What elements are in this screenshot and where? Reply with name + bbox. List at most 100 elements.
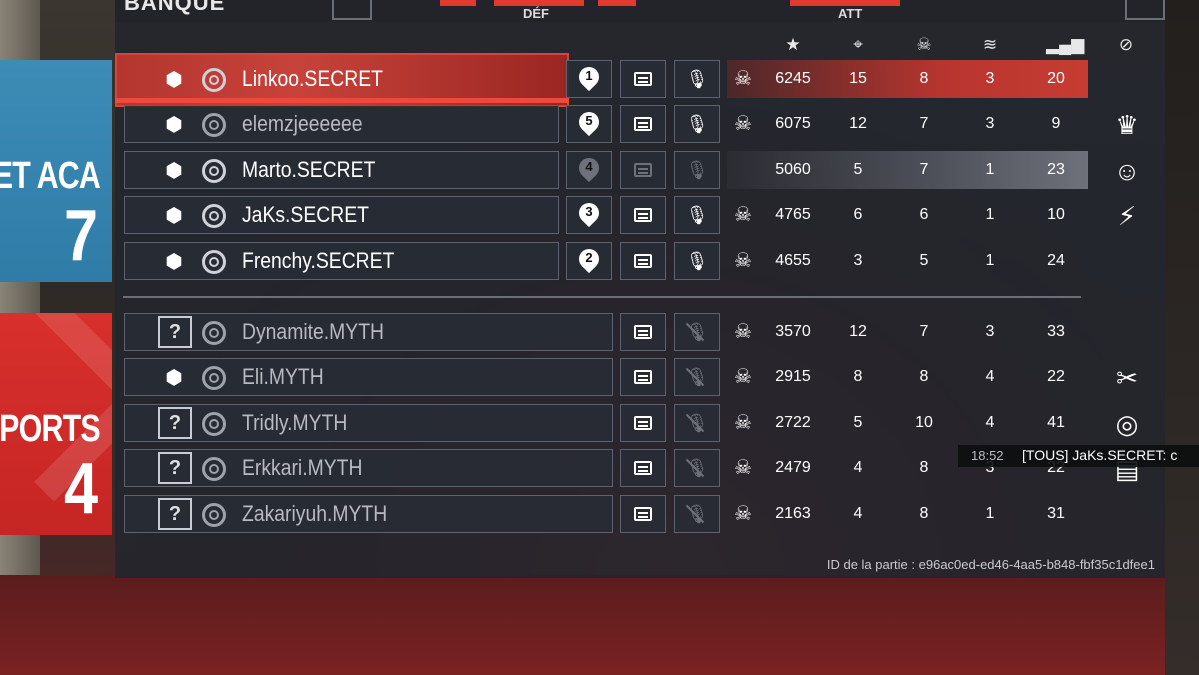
stat-assists: 1 xyxy=(985,161,995,178)
def-label: DÉF xyxy=(523,6,549,21)
chat-icon xyxy=(634,507,652,521)
kill-skull-icon: ☠ xyxy=(734,68,752,90)
voice-mute-button[interactable]: 🎙 xyxy=(674,449,720,487)
kill-skull-icon: ☠ xyxy=(734,503,752,525)
player-row[interactable]: ⬢ elemzjeeeeee 5 🎙 ☠ 6075 12 7 3 9 ♛ xyxy=(0,105,1199,145)
player-name-box[interactable] xyxy=(124,449,613,487)
player-row[interactable]: ? Zakariyuh.MYTH 🎙 ☠ 2163 4 8 1 31 xyxy=(0,495,1199,535)
chat-mute-button[interactable] xyxy=(620,151,666,189)
chat-icon xyxy=(634,72,652,86)
ubisoft-icon xyxy=(202,412,226,436)
player-row[interactable]: ? Tridly.MYTH 🎙 ☠ 2722 5 10 4 41 ◎ xyxy=(0,404,1199,444)
chat-time: 18:52 xyxy=(971,448,1004,463)
stat-score: 6075 xyxy=(775,115,811,132)
voice-mute-button[interactable]: 🎙 xyxy=(674,60,720,98)
player-row[interactable]: ⬢ Eli.MYTH 🎙 ☠ 2915 8 8 4 22 ✂ xyxy=(0,358,1199,398)
voice-mute-button[interactable]: 🎙 xyxy=(674,313,720,351)
operator-icon: ⬢ xyxy=(165,366,183,389)
ping-marker-button[interactable]: 5 xyxy=(566,105,612,143)
mic-muted-icon: 🎙 xyxy=(685,321,709,342)
ping-marker-button[interactable]: 2 xyxy=(566,242,612,280)
stat-score: 2479 xyxy=(775,459,811,476)
stat-ping: 23 xyxy=(1047,161,1065,178)
skull-icon: ☠ xyxy=(916,35,932,54)
chat-mute-button[interactable] xyxy=(620,105,666,143)
knife-badge-icon: ✂ xyxy=(1116,362,1138,393)
stat-deaths: 7 xyxy=(919,115,929,132)
voice-mute-button[interactable]: 🎙 xyxy=(674,105,720,143)
unknown-operator-icon: ? xyxy=(158,452,192,484)
player-row[interactable]: ⬢ JaKs.SECRET 3 🎙 ☠ 4765 6 6 1 10 ⚡ xyxy=(0,196,1199,236)
stat-kills: 3 xyxy=(853,252,863,269)
stat-score: 2915 xyxy=(775,368,811,385)
stat-deaths: 7 xyxy=(919,161,929,178)
chat-mute-button[interactable] xyxy=(620,495,666,533)
wings-icon: ≋ xyxy=(982,35,998,54)
player-name: JaKs.SECRET xyxy=(242,202,369,227)
chat-icon xyxy=(634,461,652,475)
top-bar xyxy=(115,0,1165,22)
chat-icon xyxy=(634,254,652,268)
stat-assists: 3 xyxy=(985,70,995,87)
voice-mute-button[interactable]: 🎙 xyxy=(674,404,720,442)
slash-circle-icon: ⊘ xyxy=(1118,35,1134,54)
voice-mute-button[interactable]: 🎙 xyxy=(674,495,720,533)
bolt-badge-icon: ⚡ xyxy=(1117,200,1137,231)
chat-mute-button[interactable] xyxy=(620,60,666,98)
stat-score: 2163 xyxy=(775,505,811,522)
pin-number: 4 xyxy=(585,159,593,174)
ping-marker-button[interactable]: 4 xyxy=(566,151,612,189)
player-name-box[interactable] xyxy=(124,404,613,442)
player-name: Tridly.MYTH xyxy=(242,410,348,435)
chat-mute-button[interactable] xyxy=(620,242,666,280)
player-row[interactable]: ⬢ Linkoo.SECRET 1 🎙 ☠ 6245 15 8 3 20 xyxy=(0,53,1199,107)
kill-skull-icon: ☠ xyxy=(734,113,752,135)
player-name: elemzjeeeeee xyxy=(242,111,363,136)
team-separator xyxy=(123,296,1081,298)
mic-muted-icon: 🎙 xyxy=(685,503,709,524)
player-row[interactable]: ⬢ Frenchy.SECRET 2 🎙 ☠ 4655 3 5 1 24 xyxy=(0,242,1199,282)
stat-assists: 1 xyxy=(985,252,995,269)
stat-score: 6245 xyxy=(775,70,811,87)
ping-marker-button[interactable]: 1 xyxy=(566,60,612,98)
pin-icon: 2 xyxy=(574,244,604,274)
player-name-box[interactable] xyxy=(124,358,613,396)
chat-mute-button[interactable] xyxy=(620,196,666,234)
voice-mute-button[interactable]: 🎙 xyxy=(674,151,720,189)
stat-assists: 1 xyxy=(985,505,995,522)
player-row[interactable]: ? Dynamite.MYTH 🎙 ☠ 3570 12 7 3 33 xyxy=(0,313,1199,353)
pin-icon: 3 xyxy=(574,198,604,228)
chat-mute-button[interactable] xyxy=(620,449,666,487)
match-id: ID de la partie : e96ac0ed-ed46-4aa5-b84… xyxy=(826,557,1155,572)
ubisoft-icon xyxy=(202,204,226,228)
chat-icon xyxy=(634,325,652,339)
mic-muted-icon: 🎙 xyxy=(685,457,709,478)
pin-icon: 5 xyxy=(574,107,604,137)
player-name: Marto.SECRET xyxy=(242,157,376,182)
stat-assists: 3 xyxy=(985,115,995,132)
chat-mute-button[interactable] xyxy=(620,313,666,351)
operator-icon: ⬢ xyxy=(165,250,183,273)
ping-marker-button[interactable]: 3 xyxy=(566,196,612,234)
pin-icon: 1 xyxy=(574,62,604,92)
chat-icon xyxy=(634,416,652,430)
voice-mute-button[interactable]: 🎙 xyxy=(674,196,720,234)
voice-mute-button[interactable]: 🎙 xyxy=(674,242,720,280)
chat-mute-button[interactable] xyxy=(620,358,666,396)
voice-mute-button[interactable]: 🎙 xyxy=(674,358,720,396)
map-title: BANQUE xyxy=(124,0,226,15)
stat-ping: 24 xyxy=(1047,252,1065,269)
stat-kills: 4 xyxy=(853,459,863,476)
chat-icon xyxy=(634,163,652,177)
ubisoft-icon xyxy=(202,68,226,92)
crosshair-icon: ⌖ xyxy=(853,35,863,54)
player-name: Erkkari.MYTH xyxy=(242,455,363,480)
stat-score: 3570 xyxy=(775,323,811,340)
player-row[interactable]: ⬢ Marto.SECRET 4 🎙 5060 5 7 1 23 ☺ xyxy=(0,151,1199,191)
stat-score: 5060 xyxy=(775,161,811,178)
ping-bars-icon: ▂▄▆ xyxy=(1046,35,1085,54)
stat-deaths: 5 xyxy=(919,252,929,269)
stat-deaths: 6 xyxy=(919,206,929,223)
att-label: ATT xyxy=(838,6,863,21)
chat-mute-button[interactable] xyxy=(620,404,666,442)
